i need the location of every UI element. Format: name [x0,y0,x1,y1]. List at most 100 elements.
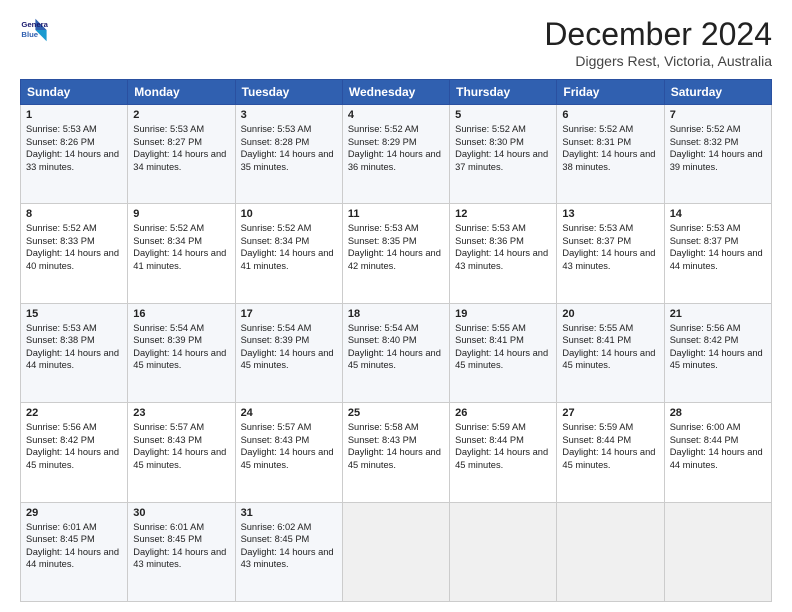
logo-icon: General Blue [20,16,48,44]
day-number: 20 [562,308,658,320]
header-friday: Friday [557,80,664,105]
calendar-cell [342,502,449,601]
cell-info: Sunrise: 5:52 AMSunset: 8:34 PMDaylight:… [133,223,226,271]
cell-info: Sunrise: 6:01 AMSunset: 8:45 PMDaylight:… [133,522,226,570]
calendar-cell: 19 Sunrise: 5:55 AMSunset: 8:41 PMDayligh… [450,303,557,402]
day-number: 5 [455,109,551,121]
calendar-cell: 28Sunrise: 6:00 AMSunset: 8:44 PMDayligh… [664,403,771,502]
svg-text:General: General [21,20,48,29]
day-number: 19 [455,308,551,320]
calendar-cell: 4Sunrise: 5:52 AMSunset: 8:29 PMDaylight… [342,105,449,204]
calendar-week-5: 29 Sunrise: 6:01 AMSunset: 8:45 PMDayligh… [21,502,772,601]
calendar-cell: 13 Sunrise: 5:53 AMSunset: 8:37 PMDayligh… [557,204,664,303]
cell-info: Sunrise: 5:54 AMSunset: 8:39 PMDaylight:… [241,323,334,371]
calendar-week-1: 1 Sunrise: 5:53 AMSunset: 8:26 PMDaylight… [21,105,772,204]
day-number: 8 [26,208,122,220]
cell-info: Sunrise: 5:56 AMSunset: 8:42 PMDaylight:… [670,323,763,371]
calendar-cell: 16 Sunrise: 5:54 AMSunset: 8:39 PMDayligh… [128,303,235,402]
calendar-cell: 11 Sunrise: 5:53 AMSunset: 8:35 PMDayligh… [342,204,449,303]
logo: General Blue [20,16,52,44]
cell-info: Sunrise: 5:53 AMSunset: 8:36 PMDaylight:… [455,223,548,271]
header-monday: Monday [128,80,235,105]
calendar-cell: 6Sunrise: 5:52 AMSunset: 8:31 PMDaylight… [557,105,664,204]
subtitle: Diggers Rest, Victoria, Australia [544,53,772,69]
cell-info: Sunrise: 5:56 AMSunset: 8:42 PMDaylight:… [26,422,119,470]
cell-info: Sunrise: 5:54 AMSunset: 8:39 PMDaylight:… [133,323,226,371]
day-number: 21 [670,308,766,320]
calendar-cell [664,502,771,601]
title-block: December 2024 Diggers Rest, Victoria, Au… [544,16,772,69]
calendar-cell: 10 Sunrise: 5:52 AMSunset: 8:34 PMDayligh… [235,204,342,303]
day-number: 18 [348,308,444,320]
calendar-cell: 29 Sunrise: 6:01 AMSunset: 8:45 PMDayligh… [21,502,128,601]
page: General Blue December 2024 Diggers Rest,… [0,0,792,612]
calendar-cell: 12 Sunrise: 5:53 AMSunset: 8:36 PMDayligh… [450,204,557,303]
calendar-week-3: 15 Sunrise: 5:53 AMSunset: 8:38 PMDayligh… [21,303,772,402]
calendar-header: Sunday Monday Tuesday Wednesday Thursday… [21,80,772,105]
day-number: 15 [26,308,122,320]
cell-info: Sunrise: 5:59 AMSunset: 8:44 PMDaylight:… [562,422,655,470]
day-number: 12 [455,208,551,220]
day-number: 11 [348,208,444,220]
day-header-row: Sunday Monday Tuesday Wednesday Thursday… [21,80,772,105]
cell-info: Sunrise: 5:58 AMSunset: 8:43 PMDaylight:… [348,422,441,470]
day-number: 9 [133,208,229,220]
calendar-cell: 2 Sunrise: 5:53 AMSunset: 8:27 PMDaylight… [128,105,235,204]
day-number: 3 [241,109,337,121]
day-number: 23 [133,407,229,419]
header-saturday: Saturday [664,80,771,105]
calendar-table: Sunday Monday Tuesday Wednesday Thursday… [20,79,772,602]
cell-info: Sunrise: 6:01 AMSunset: 8:45 PMDaylight:… [26,522,119,570]
day-number: 14 [670,208,766,220]
day-number: 13 [562,208,658,220]
cell-info: Sunrise: 5:52 AMSunset: 8:31 PMDaylight:… [562,124,655,172]
calendar-cell: 20 Sunrise: 5:55 AMSunset: 8:41 PMDayligh… [557,303,664,402]
day-number: 17 [241,308,337,320]
calendar-cell: 21 Sunrise: 5:56 AMSunset: 8:42 PMDayligh… [664,303,771,402]
day-number: 7 [670,109,766,121]
cell-info: Sunrise: 5:52 AMSunset: 8:30 PMDaylight:… [455,124,548,172]
svg-text:Blue: Blue [21,30,38,39]
cell-info: Sunrise: 5:53 AMSunset: 8:27 PMDaylight:… [133,124,226,172]
header-tuesday: Tuesday [235,80,342,105]
calendar-week-4: 22Sunrise: 5:56 AMSunset: 8:42 PMDayligh… [21,403,772,502]
calendar-cell: 1 Sunrise: 5:53 AMSunset: 8:26 PMDaylight… [21,105,128,204]
calendar-cell: 7Sunrise: 5:52 AMSunset: 8:32 PMDaylight… [664,105,771,204]
cell-info: Sunrise: 5:53 AMSunset: 8:38 PMDaylight:… [26,323,119,371]
day-number: 31 [241,507,337,519]
cell-info: Sunrise: 5:53 AMSunset: 8:28 PMDaylight:… [241,124,334,172]
day-number: 1 [26,109,122,121]
cell-info: Sunrise: 5:59 AMSunset: 8:44 PMDaylight:… [455,422,548,470]
cell-info: Sunrise: 5:52 AMSunset: 8:34 PMDaylight:… [241,223,334,271]
calendar-cell: 26 Sunrise: 5:59 AMSunset: 8:44 PMDayligh… [450,403,557,502]
day-number: 2 [133,109,229,121]
calendar-cell: 18Sunrise: 5:54 AMSunset: 8:40 PMDayligh… [342,303,449,402]
day-number: 26 [455,407,551,419]
day-number: 24 [241,407,337,419]
calendar-cell: 27 Sunrise: 5:59 AMSunset: 8:44 PMDayligh… [557,403,664,502]
cell-info: Sunrise: 5:53 AMSunset: 8:35 PMDaylight:… [348,223,441,271]
day-number: 29 [26,507,122,519]
cell-info: Sunrise: 5:53 AMSunset: 8:26 PMDaylight:… [26,124,119,172]
header-sunday: Sunday [21,80,128,105]
cell-info: Sunrise: 5:53 AMSunset: 8:37 PMDaylight:… [562,223,655,271]
calendar-cell: 3 Sunrise: 5:53 AMSunset: 8:28 PMDaylight… [235,105,342,204]
calendar-cell: 23 Sunrise: 5:57 AMSunset: 8:43 PMDayligh… [128,403,235,502]
day-number: 4 [348,109,444,121]
cell-info: Sunrise: 5:55 AMSunset: 8:41 PMDaylight:… [562,323,655,371]
cell-info: Sunrise: 5:53 AMSunset: 8:37 PMDaylight:… [670,223,763,271]
main-title: December 2024 [544,16,772,53]
cell-info: Sunrise: 5:57 AMSunset: 8:43 PMDaylight:… [133,422,226,470]
calendar-cell: 9 Sunrise: 5:52 AMSunset: 8:34 PMDaylight… [128,204,235,303]
day-number: 27 [562,407,658,419]
calendar-cell: 30Sunrise: 6:01 AMSunset: 8:45 PMDayligh… [128,502,235,601]
calendar-cell: 14 Sunrise: 5:53 AMSunset: 8:37 PMDayligh… [664,204,771,303]
calendar-cell: 25Sunrise: 5:58 AMSunset: 8:43 PMDayligh… [342,403,449,502]
day-number: 10 [241,208,337,220]
calendar-cell: 5 Sunrise: 5:52 AMSunset: 8:30 PMDaylight… [450,105,557,204]
day-number: 16 [133,308,229,320]
calendar-week-2: 8 Sunrise: 5:52 AMSunset: 8:33 PMDaylight… [21,204,772,303]
cell-info: Sunrise: 5:57 AMSunset: 8:43 PMDaylight:… [241,422,334,470]
cell-info: Sunrise: 5:52 AMSunset: 8:33 PMDaylight:… [26,223,119,271]
cell-info: Sunrise: 5:55 AMSunset: 8:41 PMDaylight:… [455,323,548,371]
